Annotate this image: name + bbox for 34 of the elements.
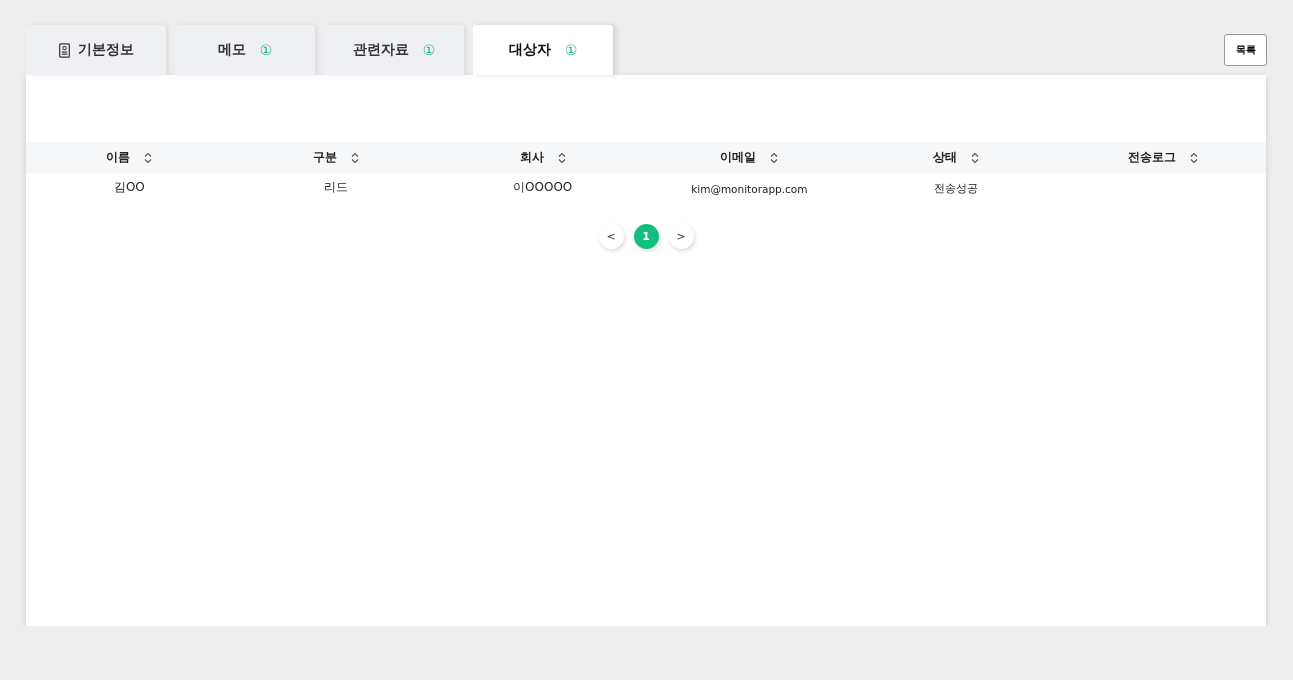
count-label: ① xyxy=(259,42,273,58)
column-header[interactable]: 전송로그 xyxy=(1059,142,1266,173)
sort-icon[interactable] xyxy=(351,151,359,164)
sort-icon[interactable] xyxy=(770,151,779,164)
column-header[interactable]: 이메일 xyxy=(646,142,853,173)
sort-icon[interactable] xyxy=(971,151,979,164)
previous-page-button[interactable]: < xyxy=(598,224,624,249)
table-cell-text: 이OOOOO xyxy=(512,178,574,196)
id-card-icon xyxy=(58,42,70,58)
column-label: 이름 xyxy=(106,149,131,166)
column-label: 구분 xyxy=(313,149,337,166)
column-label: 회사 xyxy=(519,149,544,166)
column-label: 이메일 xyxy=(720,149,757,166)
column-header[interactable]: 회사 xyxy=(439,142,646,173)
tab[interactable]: 기본정보 xyxy=(26,25,166,75)
table-cell-text: 김OO xyxy=(112,178,146,196)
tab[interactable]: 메모 ① xyxy=(175,25,315,75)
sort-icon[interactable] xyxy=(144,151,153,164)
tab[interactable]: 대상자 ① xyxy=(473,25,613,75)
table-cell-text: 전송성공 xyxy=(933,181,979,196)
next-page-button[interactable]: > xyxy=(668,224,694,249)
count-label: ① xyxy=(422,42,436,58)
count-label: ① xyxy=(564,42,578,58)
column-header[interactable]: 구분 xyxy=(232,142,440,173)
column-label: 상태 xyxy=(933,149,957,166)
list-button[interactable]: 목록 xyxy=(1224,34,1267,66)
sort-icon[interactable] xyxy=(557,151,566,164)
tab[interactable]: 관련자료 ① xyxy=(324,25,464,75)
column-header[interactable]: 상태 xyxy=(852,142,1060,173)
table-cell-text: kim@monitorapp.com xyxy=(690,182,809,197)
column-header[interactable]: 이름 xyxy=(26,142,233,173)
sort-icon[interactable] xyxy=(1189,151,1198,164)
column-label: 전송로그 xyxy=(1127,149,1176,166)
table-cell-text: 리드 xyxy=(323,178,349,196)
